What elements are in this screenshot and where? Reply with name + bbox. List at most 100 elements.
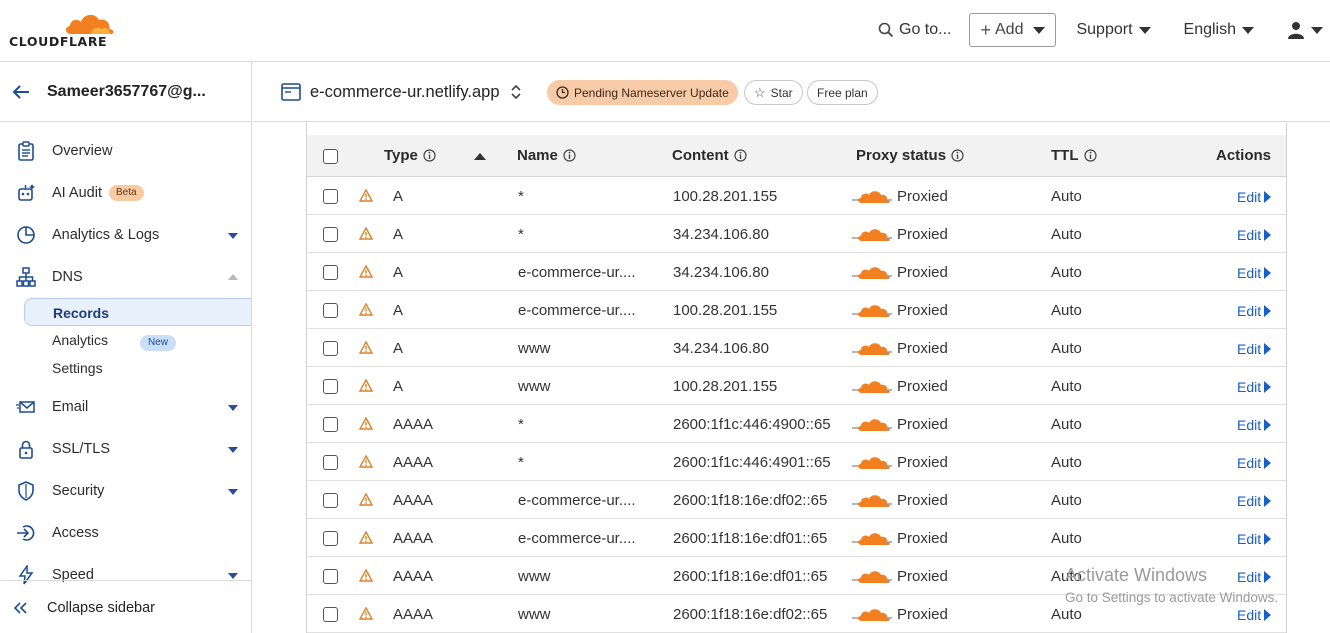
language-menu[interactable]: English bbox=[1184, 21, 1254, 39]
table-row[interactable]: AAAA * 2600:1f1c:446:4900::65 Proxied Auto Ed… bbox=[307, 405, 1286, 443]
warning-icon[interactable] bbox=[358, 188, 374, 205]
edit-button[interactable]: Edit bbox=[1237, 607, 1272, 623]
sidebar-item-security[interactable]: Security bbox=[0, 471, 251, 511]
info-icon[interactable] bbox=[1083, 149, 1097, 162]
edit-button[interactable]: Edit bbox=[1237, 455, 1272, 471]
record-ttl: Auto bbox=[1051, 530, 1082, 547]
edit-button[interactable]: Edit bbox=[1237, 531, 1272, 547]
edit-button[interactable]: Edit bbox=[1237, 379, 1272, 395]
row-checkbox[interactable] bbox=[323, 417, 338, 432]
table-row[interactable]: Ae-commerce-ur.... 100.28.201.155 Proxied A… bbox=[307, 291, 1286, 329]
select-all-checkbox[interactable] bbox=[323, 149, 338, 164]
column-proxy-status[interactable]: Proxy status bbox=[856, 147, 964, 164]
add-button[interactable]: + Add bbox=[969, 13, 1057, 47]
cloudflare-logo[interactable]: CLOUDFLARE bbox=[9, 10, 119, 50]
shield-icon bbox=[18, 481, 34, 501]
table-row[interactable]: Awww 100.28.201.155 Proxied Auto Edit bbox=[307, 367, 1286, 405]
table-row[interactable]: AAAA www 2600:1f18:16e:df02::65 Proxied Auto… bbox=[307, 595, 1286, 633]
edit-button[interactable]: Edit bbox=[1237, 189, 1272, 205]
row-checkbox[interactable] bbox=[323, 379, 338, 394]
warning-icon[interactable] bbox=[358, 302, 374, 319]
row-checkbox[interactable] bbox=[323, 341, 338, 356]
table-row[interactable]: AAAA www 2600:1f18:16e:df01::65 Proxied Auto… bbox=[307, 557, 1286, 595]
edit-button[interactable]: Edit bbox=[1237, 493, 1272, 509]
table-row[interactable]: AAAA * 2600:1f1c:446:4901::65 Proxied Auto Ed… bbox=[307, 443, 1286, 481]
edit-button[interactable]: Edit bbox=[1237, 303, 1272, 319]
sidebar-item-ai-audit[interactable]: AI Audit Beta bbox=[0, 173, 251, 213]
chevron-up-icon[interactable] bbox=[228, 274, 238, 280]
row-checkbox[interactable] bbox=[323, 493, 338, 508]
column-name[interactable]: Name bbox=[517, 147, 576, 164]
row-checkbox[interactable] bbox=[323, 227, 338, 242]
chevron-down-icon[interactable] bbox=[228, 233, 238, 239]
edit-button[interactable]: Edit bbox=[1237, 227, 1272, 243]
sidebar-subitem-settings[interactable]: Settings bbox=[24, 354, 251, 382]
column-type[interactable]: Type bbox=[384, 147, 436, 164]
edit-button[interactable]: Edit bbox=[1237, 341, 1272, 357]
info-icon[interactable] bbox=[423, 149, 436, 162]
row-checkbox[interactable] bbox=[323, 303, 338, 318]
pending-status-pill[interactable]: Pending Nameserver Update bbox=[547, 80, 738, 105]
row-checkbox[interactable] bbox=[323, 265, 338, 280]
table-row[interactable]: Awww 34.234.106.80 Proxied Auto Edit bbox=[307, 329, 1286, 367]
warning-icon[interactable] bbox=[358, 264, 374, 281]
sidebar-item-analytics-logs[interactable]: Analytics & Logs bbox=[0, 215, 251, 255]
table-row[interactable]: AAAA e-commerce-ur.... 2600:1f18:16e:df01:… bbox=[307, 519, 1286, 557]
record-proxy-status: Proxied bbox=[897, 188, 948, 205]
column-content[interactable]: Content bbox=[672, 147, 747, 164]
record-type: AAAA bbox=[393, 530, 434, 547]
warning-icon[interactable] bbox=[358, 378, 374, 395]
sort-ascending-icon[interactable] bbox=[474, 153, 486, 160]
warning-icon[interactable] bbox=[358, 416, 374, 433]
warning-icon[interactable] bbox=[358, 568, 374, 585]
chevron-down-icon[interactable] bbox=[228, 489, 238, 495]
warning-icon[interactable] bbox=[358, 226, 374, 243]
edit-label: Edit bbox=[1237, 607, 1262, 623]
sidebar-item-dns[interactable]: DNS bbox=[0, 257, 251, 297]
table-row[interactable]: AAAA e-commerce-ur.... 2600:1f18:16e:df02:… bbox=[307, 481, 1286, 519]
row-checkbox[interactable] bbox=[323, 569, 338, 584]
zone-switcher-icon[interactable] bbox=[509, 82, 523, 102]
sidebar-item-access[interactable]: Access bbox=[0, 513, 251, 553]
back-arrow-icon[interactable] bbox=[11, 82, 31, 102]
chevron-right-icon bbox=[1264, 419, 1272, 431]
chevron-down-icon[interactable] bbox=[228, 405, 238, 411]
table-row[interactable]: A * 100.28.201.155 Proxied Auto Edit bbox=[307, 177, 1286, 215]
chevron-down-icon[interactable] bbox=[228, 447, 238, 453]
account-name[interactable]: Sameer3657767@g... bbox=[47, 83, 206, 101]
warning-icon[interactable] bbox=[358, 530, 374, 547]
sidebar-item-email[interactable]: Email bbox=[0, 387, 251, 427]
info-icon[interactable] bbox=[563, 149, 576, 162]
collapse-sidebar-button[interactable]: Collapse sidebar bbox=[0, 580, 251, 633]
warning-icon[interactable] bbox=[358, 492, 374, 509]
info-icon[interactable] bbox=[734, 149, 747, 162]
chevron-down-icon[interactable] bbox=[228, 573, 238, 579]
sidebar-item-ssl-tls[interactable]: SSL/TLS bbox=[0, 429, 251, 469]
row-checkbox[interactable] bbox=[323, 455, 338, 470]
sidebar-item-overview[interactable]: Overview bbox=[0, 131, 251, 171]
edit-button[interactable]: Edit bbox=[1237, 265, 1272, 281]
edit-button[interactable]: Edit bbox=[1237, 569, 1272, 585]
goto-button[interactable]: Go to... bbox=[878, 21, 951, 39]
info-icon[interactable] bbox=[951, 149, 964, 162]
row-checkbox[interactable] bbox=[323, 531, 338, 546]
sidebar-subitem-analytics[interactable]: Analytics New bbox=[24, 326, 251, 354]
plan-pill[interactable]: Free plan bbox=[807, 80, 878, 105]
sidebar-subitem-records[interactable]: Records bbox=[24, 298, 251, 326]
warning-icon[interactable] bbox=[358, 340, 374, 357]
warning-icon[interactable] bbox=[358, 454, 374, 471]
sidebar-item-label: Analytics & Logs bbox=[52, 227, 160, 243]
warning-icon[interactable] bbox=[358, 606, 374, 623]
edit-label: Edit bbox=[1237, 265, 1262, 281]
record-type: AAAA bbox=[393, 416, 434, 433]
table-row[interactable]: Ae-commerce-ur.... 34.234.106.80 Proxied Au… bbox=[307, 253, 1286, 291]
row-checkbox[interactable] bbox=[323, 607, 338, 622]
edit-button[interactable]: Edit bbox=[1237, 417, 1272, 433]
column-ttl[interactable]: TTL bbox=[1051, 147, 1097, 164]
row-checkbox[interactable] bbox=[323, 189, 338, 204]
table-row[interactable]: A * 34.234.106.80 Proxied Auto Edit bbox=[307, 215, 1286, 253]
support-menu[interactable]: Support bbox=[1076, 21, 1151, 39]
cloud-logo-icon bbox=[65, 14, 114, 34]
user-menu[interactable] bbox=[1287, 21, 1323, 39]
star-button[interactable]: ☆ Star bbox=[744, 80, 803, 105]
